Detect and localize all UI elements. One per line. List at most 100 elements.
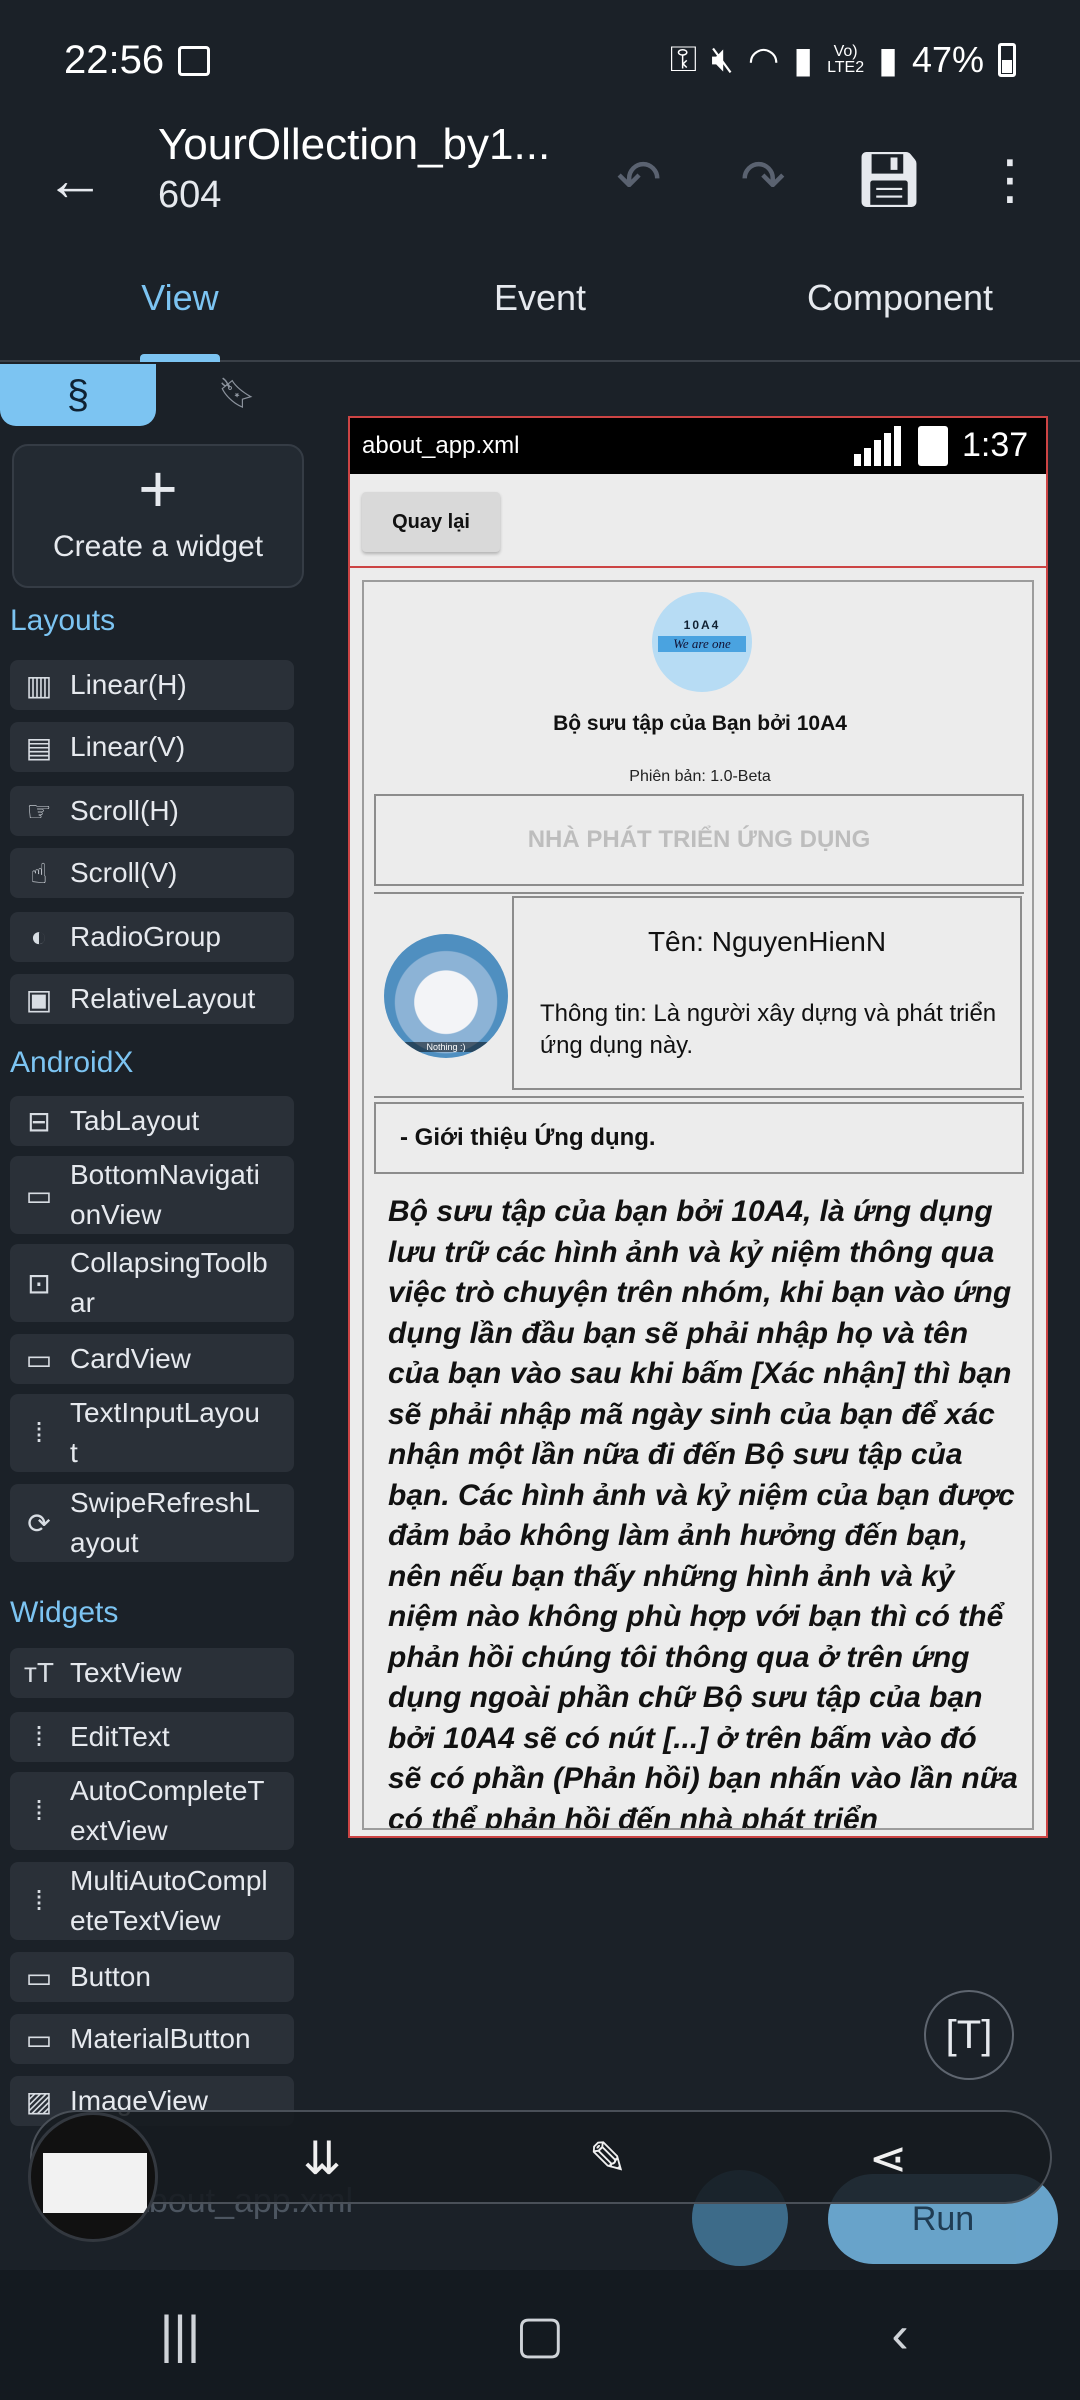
palette-tabs: § 🔖︎ xyxy=(0,364,310,426)
palette-icon: § xyxy=(66,373,90,417)
status-bar: 22:56 ⚿ 🔇︎ ◠ ▮ Vo) LTE2 ▮ 47% xyxy=(0,0,1080,120)
back-button[interactable]: Quay lại xyxy=(362,492,500,552)
text-icon: ᴛT xyxy=(24,1657,54,1688)
section-widgets: Widgets xyxy=(10,1596,119,1629)
palette-item-materialbutton[interactable]: ▭ MaterialButton xyxy=(10,2014,294,2064)
swipe-vertical-icon: ☝ xyxy=(30,857,48,889)
system-nav-bar: ||| ▢ ‹ xyxy=(0,2270,1080,2400)
edit-crop-icon[interactable]: ✎ xyxy=(568,2118,648,2198)
signal-bars-icon xyxy=(854,426,901,466)
app-title: Bộ sưu tập của Bạn bởi 10A4 xyxy=(553,712,847,735)
text-extract-icon[interactable]: [T] xyxy=(924,1990,1014,2080)
wifi-icon: ◠ xyxy=(747,38,780,80)
image-icon: ▨ xyxy=(25,2085,53,2117)
undo-icon[interactable]: ↶ xyxy=(604,140,674,220)
tab-component[interactable]: Component xyxy=(720,250,1080,360)
section-layouts: Layouts xyxy=(10,604,116,637)
signal-icon: ▮ xyxy=(878,38,898,80)
recents-icon[interactable]: ||| xyxy=(120,2305,240,2365)
more-options-icon[interactable]: ⋮ xyxy=(980,140,1040,220)
developer-info-box: Tên: NguyenHienN Thông tin: Là người xây… xyxy=(512,896,1022,1090)
columns-icon: ▥ xyxy=(25,669,53,701)
palette-item-textinputlayout[interactable]: ⁞ TextInputLayou t xyxy=(10,1394,294,1472)
rows-icon: ▤ xyxy=(25,731,53,763)
battery-icon xyxy=(998,42,1016,77)
layout-preview[interactable]: about_app.xml 1:37 Quay lại 10A4 We are … xyxy=(348,416,1048,1838)
bookmark-icon[interactable]: 🔖︎ xyxy=(218,376,256,412)
edit-text-icon: ⁞ xyxy=(35,1885,43,1916)
palette-item-scroll-v[interactable]: ☝ Scroll(V) xyxy=(10,848,294,898)
developer-avatar: Nothing :) xyxy=(384,934,508,1058)
preview-battery-icon xyxy=(918,426,948,466)
radio-icon: ◐ xyxy=(30,921,48,952)
editor-tabs: View Event Component xyxy=(0,250,1080,362)
app-logo: 10A4 We are one xyxy=(652,592,752,692)
home-icon[interactable]: ▢ xyxy=(480,2305,600,2365)
palette-item-autocompletetextview[interactable]: ⁞ AutoCompleteT extView xyxy=(10,1772,294,1850)
tab-view[interactable]: View xyxy=(0,250,360,362)
palette-item-multiautocompletetextview[interactable]: ⁞ MultiAutoCompl eteTextView xyxy=(10,1862,294,1940)
button-icon: ▭ xyxy=(25,1961,53,1993)
status-icons: ⚿ 🔇︎ ◠ ▮ Vo) LTE2 ▮ 47% xyxy=(670,38,1016,81)
tab-layout-icon: ⊟ xyxy=(27,1105,51,1137)
back-icon[interactable]: ‹ xyxy=(840,2305,960,2365)
divider xyxy=(374,1096,1024,1098)
bottom-nav-icon: ▭ xyxy=(25,1179,53,1211)
button-icon: ▭ xyxy=(25,2023,53,2055)
card-icon: ▭ xyxy=(25,1343,53,1375)
version-label: Phiên bản: 1.0-Beta xyxy=(629,768,771,785)
create-widget-button[interactable]: + Create a widget xyxy=(12,444,304,588)
preview-clock: 1:37 xyxy=(962,426,1029,464)
signal-icon: ▮ xyxy=(793,38,814,80)
palette-item-tablayout[interactable]: ⊟ TabLayout xyxy=(10,1096,294,1146)
preview-status-bar: about_app.xml 1:37 xyxy=(350,418,1046,474)
project-title: YourOllection_by1... 604 xyxy=(158,120,598,217)
text-input-icon: ⁞ xyxy=(35,1417,43,1448)
palette-item-edittext[interactable]: ⁞ EditText xyxy=(10,1712,294,1762)
preview-file-name: about_app.xml xyxy=(362,432,520,459)
save-icon[interactable]: 💾︎ xyxy=(854,140,924,220)
project-id: 604 xyxy=(158,174,222,216)
developer-info: Thông tin: Là người xây dựng và phát tri… xyxy=(540,1000,997,1059)
volte-label: Vo) LTE2 xyxy=(827,42,865,76)
tab-event[interactable]: Event xyxy=(360,250,720,360)
status-time: 22:56 xyxy=(64,38,165,82)
screenshot-thumbnail[interactable] xyxy=(28,2112,158,2242)
developer-header: NHÀ PHÁT TRIỂN ỨNG DỤNG xyxy=(374,794,1024,886)
edit-text-icon: ⁞ xyxy=(35,1721,43,1752)
palette-item-button[interactable]: ▭ Button xyxy=(10,1952,294,2002)
palette-item-linear-v[interactable]: ▤ Linear(V) xyxy=(10,722,294,772)
redo-icon[interactable]: ↷ xyxy=(728,140,798,220)
back-arrow-icon[interactable]: ← xyxy=(40,140,110,220)
battery-percent: 47% xyxy=(911,38,984,80)
relative-layout-icon: ▣ xyxy=(25,983,53,1015)
section-androidx: AndroidX xyxy=(10,1046,134,1079)
project-name: YourOllection_by1... xyxy=(158,120,551,169)
selection-divider xyxy=(350,566,1046,568)
scroll-capture-icon[interactable]: ⇊ xyxy=(282,2118,362,2198)
mute-icon: 🔇︎ xyxy=(711,38,734,79)
intro-header: - Giới thiệu Ứng dụng. xyxy=(374,1102,1024,1174)
swipe-horizontal-icon: ☞ xyxy=(26,795,52,827)
developer-name: Tên: NguyenHienN xyxy=(647,926,887,957)
collapsing-toolbar-icon: ⊡ xyxy=(27,1267,51,1299)
palette-item-collapsingtoolbar[interactable]: ⊡ CollapsingToolb ar xyxy=(10,1244,294,1322)
palette-item-scroll-h[interactable]: ☞ Scroll(H) xyxy=(10,786,294,836)
gallery-icon xyxy=(178,46,210,76)
palette-item-cardview[interactable]: ▭ CardView xyxy=(10,1334,294,1384)
share-icon[interactable]: ⋖ xyxy=(848,2118,928,2198)
key-icon: ⚿ xyxy=(669,38,698,79)
edit-text-icon: ⁞ xyxy=(35,1795,43,1826)
about-card: 10A4 We are one Bộ sưu tập của Bạn bởi 1… xyxy=(362,580,1034,1830)
refresh-icon: ⟳ xyxy=(27,1507,51,1539)
divider xyxy=(374,892,1024,894)
plus-icon: + xyxy=(138,451,178,527)
create-widget-label: Create a widget xyxy=(52,530,264,563)
palette-item-bottomnavigationview[interactable]: ▭ BottomNavigati onView xyxy=(10,1156,294,1234)
palette-item-linear-h[interactable]: ▥ Linear(H) xyxy=(10,660,294,710)
widget-palette-tab[interactable]: § xyxy=(0,364,156,426)
palette-item-radiogroup[interactable]: ◐ RadioGroup xyxy=(10,912,294,962)
palette-item-textview[interactable]: ᴛT TextView xyxy=(10,1648,294,1698)
palette-item-swiperefreshlayout[interactable]: ⟳ SwipeRefreshL ayout xyxy=(10,1484,294,1562)
palette-item-relativelayout[interactable]: ▣ RelativeLayout xyxy=(10,974,294,1024)
